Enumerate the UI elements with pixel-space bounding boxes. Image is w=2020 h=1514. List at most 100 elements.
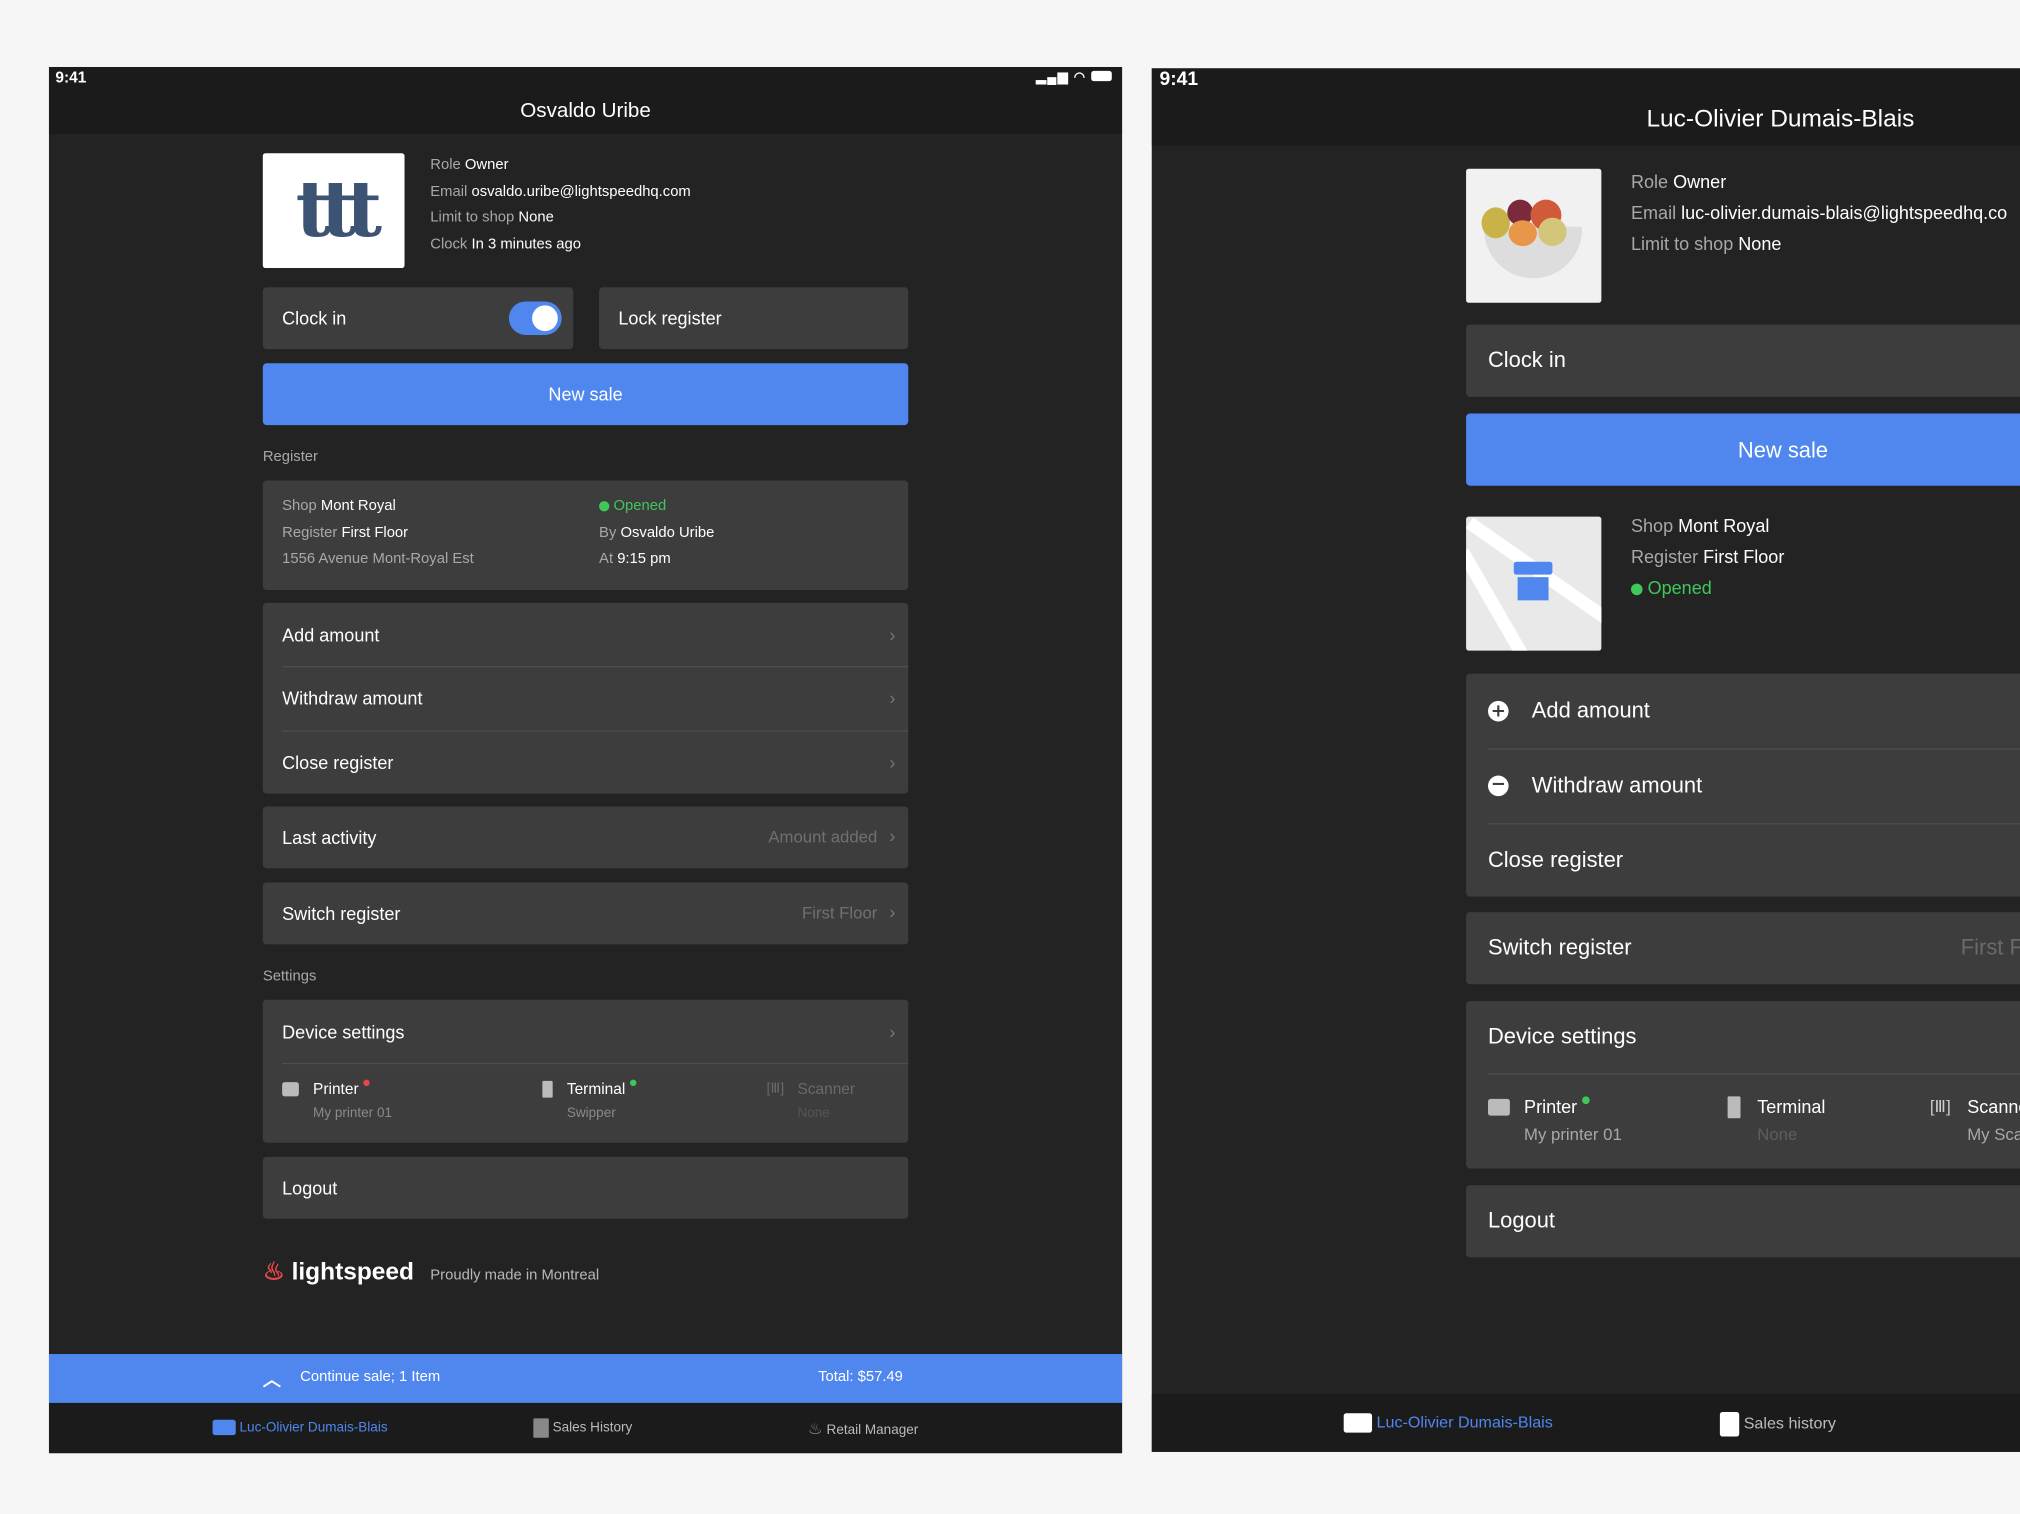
tab-profile[interactable]: Luc-Olivier Dumais-Blais — [1343, 1413, 1553, 1433]
switch-register-row[interactable]: Switch register First Floor › — [262, 882, 909, 945]
minus-circle-icon: − — [1487, 775, 1509, 797]
register-actions-group: + Add amount − Withdraw amount Close regis… — [1466, 673, 2020, 897]
email-label: Email — [1630, 202, 1677, 223]
logout-label: Logout — [282, 1177, 338, 1199]
device-terminal[interactable]: Terminal Swipper — [542, 1079, 637, 1121]
email-value: osvaldo.uribe@lightspeedhq.com — [471, 183, 691, 200]
page-title: Osvaldo Uribe — [520, 100, 651, 123]
tagline: Proudly made in Montreal — [430, 1267, 600, 1284]
device-settings-row[interactable]: Device settings — [1466, 1001, 2020, 1073]
lock-register-label: Lock register — [618, 307, 722, 329]
last-activity-row[interactable]: Last activity Amount added › — [262, 806, 909, 869]
opened-by: Osvaldo Uribe — [620, 524, 715, 541]
status-bar: 9:41 — [1151, 68, 2020, 95]
header: Luc-Olivier Dumais-Blais — [1151, 94, 2020, 146]
clock-in-label: Clock in — [1487, 347, 1566, 373]
withdraw-amount-label: Withdraw amount — [1531, 772, 1703, 798]
new-sale-label: New sale — [548, 383, 623, 405]
tab-profile[interactable]: Luc-Olivier Dumais-Blais — [212, 1419, 388, 1436]
left-device-screen: 9:41 ▂▄▆ ◠ Osvaldo Uribe ttt Role Owner … — [48, 66, 1123, 1454]
withdraw-amount-row[interactable]: − Withdraw amount — [1466, 749, 2020, 824]
continue-sale-label: Continue sale; 1 Item — [300, 1369, 441, 1385]
tab-sales-history-label: Sales History — [552, 1420, 633, 1436]
scanner-name: Scanne — [1967, 1096, 2020, 1117]
shop-value: Mont Royal — [320, 498, 396, 515]
id-card-icon — [1343, 1413, 1373, 1433]
avatar: ttt — [262, 153, 405, 268]
register-label: Register — [282, 524, 338, 541]
profile-info: Role Owner Email luc-olivier.dumais-blai… — [1631, 166, 2007, 259]
register-info-card: Shop Mont Royal Register First Floor 155… — [262, 480, 909, 591]
chevron-right-icon: › — [889, 901, 896, 923]
limit-value: None — [1738, 233, 1782, 254]
device-terminal[interactable]: Terminal None — [1727, 1096, 1826, 1144]
continue-sale-bar[interactable]: ︿ Continue sale; 1 Item Total: $57.49 — [48, 1354, 1123, 1403]
device-settings-label: Device settings — [282, 1020, 405, 1042]
printer-status-dot — [1582, 1096, 1590, 1105]
chevron-right-icon: › — [889, 624, 896, 645]
switch-register-label: Switch register — [1487, 935, 1632, 960]
printer-sub: My printer 01 — [313, 1105, 393, 1121]
header: Osvaldo Uribe — [48, 90, 1123, 134]
shop-value: Mont Royal — [1678, 515, 1770, 536]
clock-in-toggle[interactable] — [508, 301, 562, 335]
id-card-icon — [212, 1419, 236, 1436]
tab-profile-label: Luc-Olivier Dumais-Blais — [1376, 1413, 1553, 1432]
clock-in-card[interactable]: Clock in — [1466, 324, 2020, 397]
shop-label: Shop — [282, 498, 317, 515]
lightspeed-flame-icon: ♨ — [807, 1418, 823, 1438]
add-amount-row[interactable]: + Add amount — [1466, 674, 2020, 749]
signal-wifi-battery-icon: ▂▄▆ ◠ — [1036, 70, 1112, 85]
limit-value: None — [518, 209, 554, 226]
role-value: Owner — [1673, 171, 1727, 192]
tab-sales-history[interactable]: Sales history — [1719, 1411, 1836, 1437]
add-amount-row[interactable]: Add amount › — [263, 603, 908, 666]
lock-register-button[interactable]: Lock register — [599, 287, 909, 350]
profile-info: Role Owner Email osvaldo.uribe@lightspee… — [430, 152, 690, 258]
email-value: luc-olivier.dumais-blais@lightspeedhq.co — [1681, 202, 2008, 223]
register-value: First Floor — [1703, 546, 1785, 567]
status-bar: 9:41 ▂▄▆ ◠ — [48, 66, 1123, 91]
lightspeed-logo: ♨ lightspeed — [263, 1257, 414, 1287]
device-scanner[interactable]: [Ⅲ] Scanne My Sca — [1930, 1096, 2020, 1144]
printer-name: Printer — [313, 1079, 359, 1098]
scanner-name: Scanner — [797, 1079, 856, 1098]
store-icon — [1513, 561, 1553, 603]
switch-register-label: Switch register — [282, 903, 401, 924]
chevron-up-icon: ︿ — [262, 1369, 281, 1391]
logout-label: Logout — [1487, 1208, 1555, 1233]
logout-button[interactable]: Logout — [1466, 1185, 2020, 1258]
register-label: Register — [1630, 546, 1699, 567]
terminal-icon — [1727, 1096, 1741, 1119]
limit-label: Limit to shop — [1630, 233, 1734, 254]
device-printer[interactable]: Printer My printer 01 — [1487, 1096, 1622, 1144]
chevron-right-icon: › — [889, 751, 896, 773]
clock-label: Clock — [430, 236, 468, 252]
shop-address: 1556 Avenue Mont-Royal Est — [282, 551, 474, 567]
tab-sales-history[interactable]: Sales History — [533, 1418, 633, 1438]
close-register-row[interactable]: Close register › — [263, 730, 908, 793]
settings-section-label: Settings — [262, 968, 317, 985]
tab-bar: Luc-Olivier Dumais-Blais Sales History ♨… — [48, 1402, 1123, 1454]
new-sale-button[interactable]: New sale — [262, 363, 909, 426]
email-label: Email — [430, 183, 468, 200]
device-settings-row[interactable]: Device settings › — [263, 1000, 908, 1063]
scanner-sub: My Sca — [1967, 1124, 2020, 1145]
brand-name: lightspeed — [291, 1258, 414, 1286]
clipboard-icon — [533, 1418, 549, 1438]
add-amount-label: Add amount — [1531, 698, 1650, 723]
tab-retail-manager[interactable]: ♨ Retail Manager — [808, 1418, 919, 1439]
clock-in-card[interactable]: Clock in — [262, 287, 574, 350]
terminal-icon — [542, 1080, 553, 1098]
logout-button[interactable]: Logout — [262, 1156, 909, 1219]
device-scanner[interactable]: [Ⅲ] Scanner None — [767, 1080, 856, 1121]
printer-status-dot — [362, 1079, 370, 1087]
new-sale-button[interactable]: New sale — [1466, 413, 2020, 486]
device-printer[interactable]: Printer My printer 01 — [282, 1079, 393, 1121]
terminal-name: Terminal — [1757, 1096, 1826, 1117]
close-register-row[interactable]: Close register — [1466, 823, 2020, 896]
chevron-right-icon: › — [889, 1020, 896, 1042]
opened-status-dot — [599, 501, 610, 512]
withdraw-amount-row[interactable]: Withdraw amount › — [263, 666, 908, 730]
switch-register-row[interactable]: Switch register First F — [1466, 912, 2020, 985]
